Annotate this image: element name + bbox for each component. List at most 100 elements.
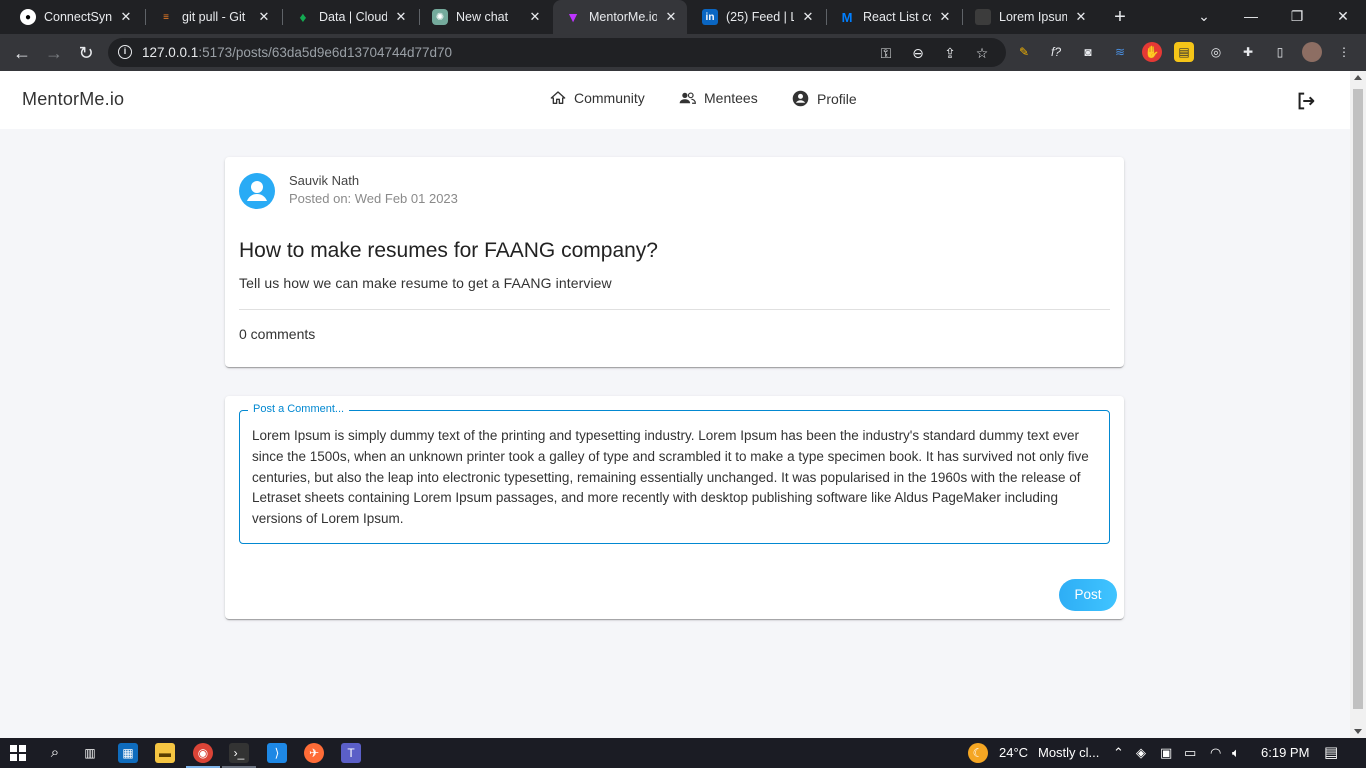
teams-icon[interactable]: T <box>341 743 361 763</box>
post-body: Tell us how we can make resume to get a … <box>239 275 612 291</box>
weather-temperature[interactable]: 24°C <box>999 738 1028 768</box>
comment-textarea[interactable]: Post a Comment... Lorem Ipsum is simply … <box>239 403 1110 544</box>
side-panel-icon[interactable]: ▯ <box>1270 42 1290 62</box>
app-navbar: MentorMe.io Community Mentees Profile <box>0 71 1350 129</box>
scrollbar-thumb[interactable] <box>1353 89 1363 709</box>
page-scrollbar[interactable] <box>1350 71 1366 738</box>
browser-tab-bar: ● ConnectSync ✕ ≡ git pull - Git ✕ ♦ Dat… <box>0 0 1366 34</box>
tab-git-pull[interactable]: ≡ git pull - Git ✕ <box>146 0 280 34</box>
brand-logo[interactable]: MentorMe.io <box>22 89 124 110</box>
notifications-icon[interactable]: ▤ <box>1324 738 1338 768</box>
tab-lorem-ipsum[interactable]: Lorem Ipsum ✕ <box>963 0 1097 34</box>
home-icon <box>550 91 566 104</box>
store-icon[interactable]: ▦ <box>118 743 138 763</box>
tab-new-chat[interactable]: ✺ New chat ✕ <box>420 0 551 34</box>
key-icon[interactable]: ⚿ <box>876 43 896 63</box>
github-icon: ● <box>20 9 36 25</box>
extension-glasses-icon[interactable]: ◎ <box>1206 42 1226 62</box>
tab-search-chevron-icon[interactable]: ⌄ <box>1181 0 1227 34</box>
chatgpt-icon: ✺ <box>432 9 448 25</box>
stackoverflow-icon: ≡ <box>163 11 169 23</box>
update-icon[interactable]: ▣ <box>1160 738 1172 768</box>
tab-data-cloud[interactable]: ♦ Data | Cloud ✕ <box>283 0 417 34</box>
comment-text-value[interactable]: Lorem Ipsum is simply dummy text of the … <box>252 426 1102 530</box>
close-tab-icon[interactable]: ✕ <box>393 9 409 25</box>
menu-kebab-icon[interactable]: ⋮ <box>1334 42 1354 62</box>
close-tab-icon[interactable]: ✕ <box>937 9 953 25</box>
divider <box>239 309 1110 310</box>
close-window-button[interactable]: ✕ <box>1320 0 1366 34</box>
windows-start-icon[interactable] <box>10 745 26 761</box>
bookmark-star-icon[interactable]: ☆ <box>972 43 992 63</box>
reload-button[interactable]: ↻ <box>72 39 100 67</box>
browser-toolbar: ← → ↻ i 127.0.0.1:5173/posts/63da5d9e6d1… <box>0 34 1366 71</box>
post-author: Sauvik Nath <box>289 173 360 188</box>
back-button[interactable]: ← <box>8 39 36 67</box>
meet-now-icon[interactable]: ◈ <box>1136 738 1146 768</box>
people-icon <box>679 92 696 104</box>
file-explorer-icon[interactable]: ▬ <box>155 743 175 763</box>
comment-form-card: Post a Comment... Lorem Ipsum is simply … <box>225 396 1124 619</box>
post-title: How to make resumes for FAANG company? <box>239 239 658 262</box>
close-tab-icon[interactable]: ✕ <box>1073 9 1089 25</box>
nav-profile[interactable]: Profile <box>792 90 857 107</box>
profile-avatar[interactable] <box>1302 42 1322 62</box>
close-tab-icon[interactable]: ✕ <box>663 9 679 25</box>
scroll-up-arrow-icon[interactable] <box>1354 75 1362 80</box>
address-bar[interactable]: i 127.0.0.1:5173/posts/63da5d9e6d1370474… <box>108 38 1006 67</box>
nav-mentees[interactable]: Mentees <box>679 90 758 106</box>
post-comment-button[interactable]: Post <box>1059 579 1117 611</box>
restore-button[interactable]: ❐ <box>1274 0 1320 34</box>
site-info-icon[interactable]: i <box>118 45 132 59</box>
extension-formula-icon[interactable]: f? <box>1046 42 1066 62</box>
close-tab-icon[interactable]: ✕ <box>800 9 816 25</box>
extensions-puzzle-icon[interactable]: ✚ <box>1238 42 1258 62</box>
linkedin-icon: in <box>702 9 718 25</box>
tab-connectsync[interactable]: ● ConnectSync ✕ <box>8 0 142 34</box>
post-date: Posted on: Wed Feb 01 2023 <box>289 191 458 206</box>
mui-icon: M <box>841 9 853 25</box>
tab-react-list[interactable]: M React List con ✕ <box>827 0 961 34</box>
mongodb-leaf-icon: ♦ <box>299 9 307 25</box>
extension-stop-icon[interactable]: ✋ <box>1142 42 1162 62</box>
post-card: Sauvik Nath Posted on: Wed Feb 01 2023 H… <box>225 157 1124 367</box>
forward-button[interactable]: → <box>40 39 68 67</box>
postman-icon[interactable]: ✈ <box>304 743 324 763</box>
extension-stack-icon[interactable]: ≋ <box>1110 42 1130 62</box>
tab-linkedin[interactable]: in (25) Feed | Lin ✕ <box>690 0 824 34</box>
share-icon[interactable]: ⇪ <box>940 43 960 63</box>
close-tab-icon[interactable]: ✕ <box>118 9 134 25</box>
comment-field-label: Post a Comment... <box>248 403 350 415</box>
weather-description[interactable]: Mostly cl... <box>1038 738 1099 768</box>
nav-community[interactable]: Community <box>550 90 645 106</box>
windows-taskbar: ⌕ ▥ ▦ ▬ ◉ ›_ ⟩ ✈ T ☾ 24°C Mostly cl... ⌃… <box>0 738 1366 768</box>
vscode-icon[interactable]: ⟩ <box>267 743 287 763</box>
task-view-icon[interactable]: ▥ <box>80 743 100 763</box>
chrome-icon[interactable]: ◉ <box>193 743 213 763</box>
clock-time[interactable]: 6:19 PM <box>1261 738 1309 768</box>
person-icon <box>247 181 267 201</box>
minimize-button[interactable]: — <box>1228 0 1274 34</box>
zoom-icon[interactable]: ⊖ <box>908 43 928 63</box>
new-tab-button[interactable]: + <box>1108 5 1132 29</box>
wifi-icon[interactable]: ◠ <box>1210 738 1221 768</box>
weather-icon[interactable]: ☾ <box>968 743 988 763</box>
volume-icon[interactable]: 🔈︎ <box>1232 738 1240 768</box>
vite-icon: ▼ <box>566 9 580 25</box>
author-avatar <box>239 173 275 209</box>
lorem-icon <box>975 9 991 25</box>
logout-icon[interactable] <box>1295 90 1317 112</box>
extension-camera-icon[interactable]: ◙ <box>1078 42 1098 62</box>
comments-count[interactable]: 0 comments <box>239 326 315 342</box>
close-tab-icon[interactable]: ✕ <box>527 9 543 25</box>
tab-mentorme[interactable]: ▼ MentorMe.io ✕ <box>553 0 687 34</box>
extension-note-icon[interactable]: ▤ <box>1174 42 1194 62</box>
search-icon[interactable]: ⌕ <box>45 743 65 763</box>
scroll-down-arrow-icon[interactable] <box>1354 729 1362 734</box>
extension-pen-icon[interactable]: ✎ <box>1014 42 1034 62</box>
close-tab-icon[interactable]: ✕ <box>256 9 272 25</box>
terminal-icon[interactable]: ›_ <box>229 743 249 763</box>
battery-icon[interactable]: ▭ <box>1184 738 1196 768</box>
tray-overflow-icon[interactable]: ⌃ <box>1113 738 1124 768</box>
account-circle-icon <box>792 90 809 107</box>
